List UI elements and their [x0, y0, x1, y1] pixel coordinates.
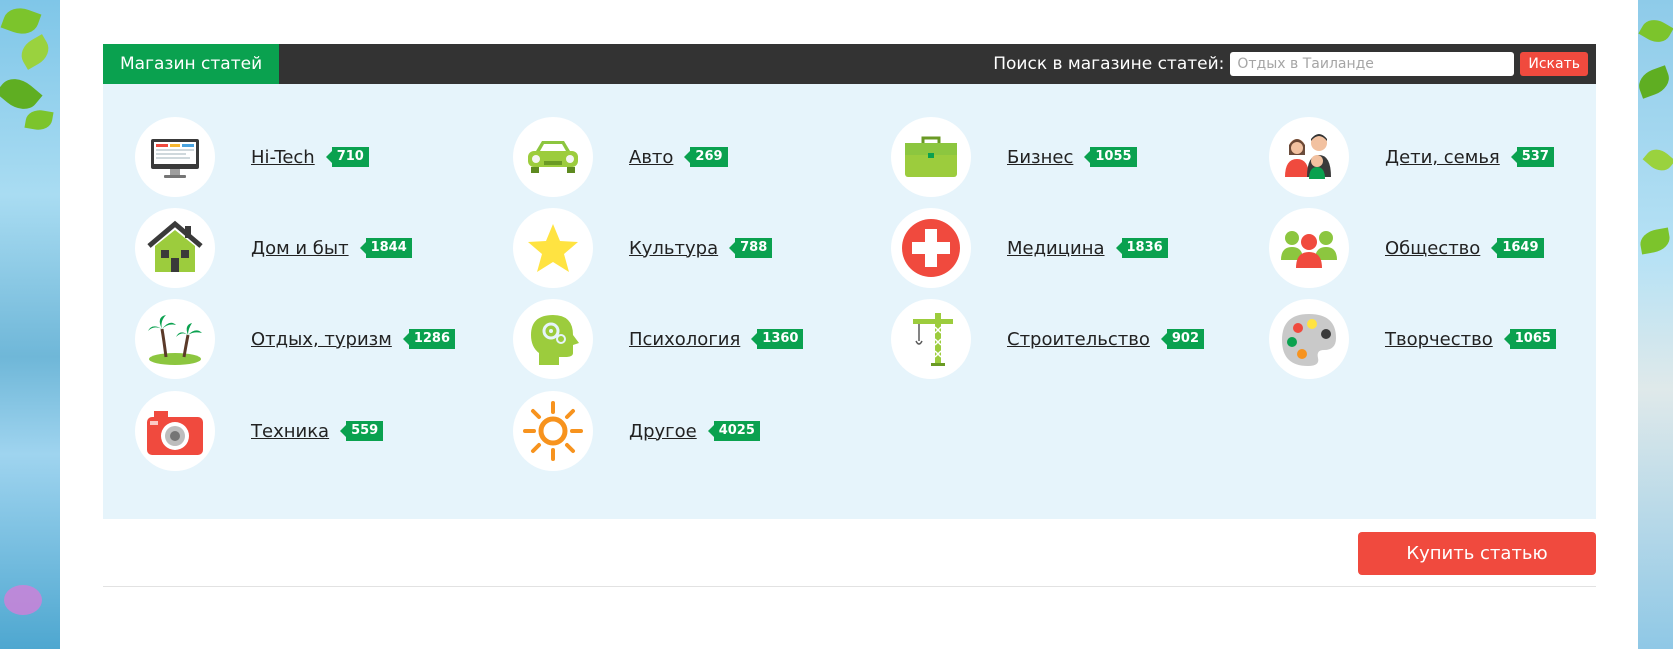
camera-icon [135, 391, 215, 471]
tab-article-shop[interactable]: Магазин статей [103, 44, 280, 93]
palm-island-icon [135, 299, 215, 379]
category-item-construction[interactable]: Строительство 902 [891, 299, 1205, 379]
category-count-badge: 1360 [751, 329, 804, 349]
category-count-badge: 1286 [402, 329, 456, 349]
computer-icon [135, 117, 215, 197]
category-link[interactable]: Психология [629, 329, 740, 350]
category-grid: Hi-Tech 710 Авто 269 Бизнес 1055 Дети, с… [103, 84, 1596, 519]
category-item-home[interactable]: Дом и быт 1844 [135, 208, 412, 288]
category-link[interactable]: Строительство [1007, 329, 1150, 350]
category-link[interactable]: Творчество [1385, 329, 1493, 350]
category-item-hi-tech[interactable]: Hi-Tech 710 [135, 117, 369, 197]
category-item-auto[interactable]: Авто 269 [513, 117, 728, 197]
family-icon [1269, 117, 1349, 197]
category-count-badge: 537 [1510, 147, 1554, 167]
category-link[interactable]: Дом и быт [251, 238, 349, 259]
category-item-other[interactable]: Другое 4025 [513, 391, 760, 471]
category-link[interactable]: Медицина [1007, 238, 1105, 259]
car-icon [513, 117, 593, 197]
people-icon [1269, 208, 1349, 288]
category-link[interactable]: Другое [629, 421, 697, 442]
article-shop: Магазин статей Поиск в магазине статей: … [103, 44, 1596, 587]
category-item-psychology[interactable]: Психология 1360 [513, 299, 804, 379]
search-button[interactable]: Искать [1520, 52, 1588, 76]
category-count-badge: 1055 [1084, 147, 1137, 167]
house-icon [135, 208, 215, 288]
shop-header-bar: Магазин статей Поиск в магазине статей: … [103, 44, 1596, 93]
category-count-badge: 710 [325, 147, 369, 167]
category-link[interactable]: Общество [1385, 238, 1480, 259]
category-count-badge: 902 [1160, 329, 1205, 349]
category-count-badge: 1844 [359, 238, 412, 258]
category-count-badge: 788 [729, 238, 773, 258]
category-count-badge: 1065 [1503, 329, 1556, 349]
category-count-badge: 1836 [1115, 238, 1168, 258]
search-input[interactable] [1230, 52, 1515, 76]
category-item-family[interactable]: Дети, семья 537 [1269, 117, 1554, 197]
category-link[interactable]: Авто [629, 147, 673, 168]
category-link[interactable]: Отдых, туризм [251, 329, 392, 350]
category-link[interactable]: Культура [629, 238, 718, 259]
buy-article-button[interactable]: Купить статью [1358, 532, 1596, 575]
medical-cross-icon [891, 208, 971, 288]
category-item-creativity[interactable]: Творчество 1065 [1269, 299, 1556, 379]
category-item-medicine[interactable]: Медицина 1836 [891, 208, 1168, 288]
category-link[interactable]: Hi-Tech [251, 147, 315, 168]
search-label: Поиск в магазине статей: [993, 54, 1225, 74]
crane-icon [891, 299, 971, 379]
category-item-society[interactable]: Общество 1649 [1269, 208, 1544, 288]
left-decorative-background [0, 0, 60, 649]
star-icon [513, 208, 593, 288]
category-link[interactable]: Бизнес [1007, 147, 1073, 168]
category-item-business[interactable]: Бизнес 1055 [891, 117, 1137, 197]
category-item-culture[interactable]: Культура 788 [513, 208, 773, 288]
category-item-technics[interactable]: Техника 559 [135, 391, 384, 471]
category-link[interactable]: Дети, семья [1385, 147, 1500, 168]
category-count-badge: 559 [340, 421, 384, 441]
sun-icon [513, 391, 593, 471]
category-item-travel[interactable]: Отдых, туризм 1286 [135, 299, 456, 379]
palette-icon [1269, 299, 1349, 379]
category-link[interactable]: Техника [251, 421, 329, 442]
category-count-badge: 1649 [1491, 238, 1544, 258]
right-decorative-background [1638, 0, 1673, 649]
shop-search: Поиск в магазине статей: Искать [993, 44, 1588, 84]
head-gears-icon [513, 299, 593, 379]
category-count-badge: 4025 [707, 421, 760, 441]
briefcase-icon [891, 117, 971, 197]
divider [103, 586, 1596, 587]
category-count-badge: 269 [684, 147, 728, 167]
